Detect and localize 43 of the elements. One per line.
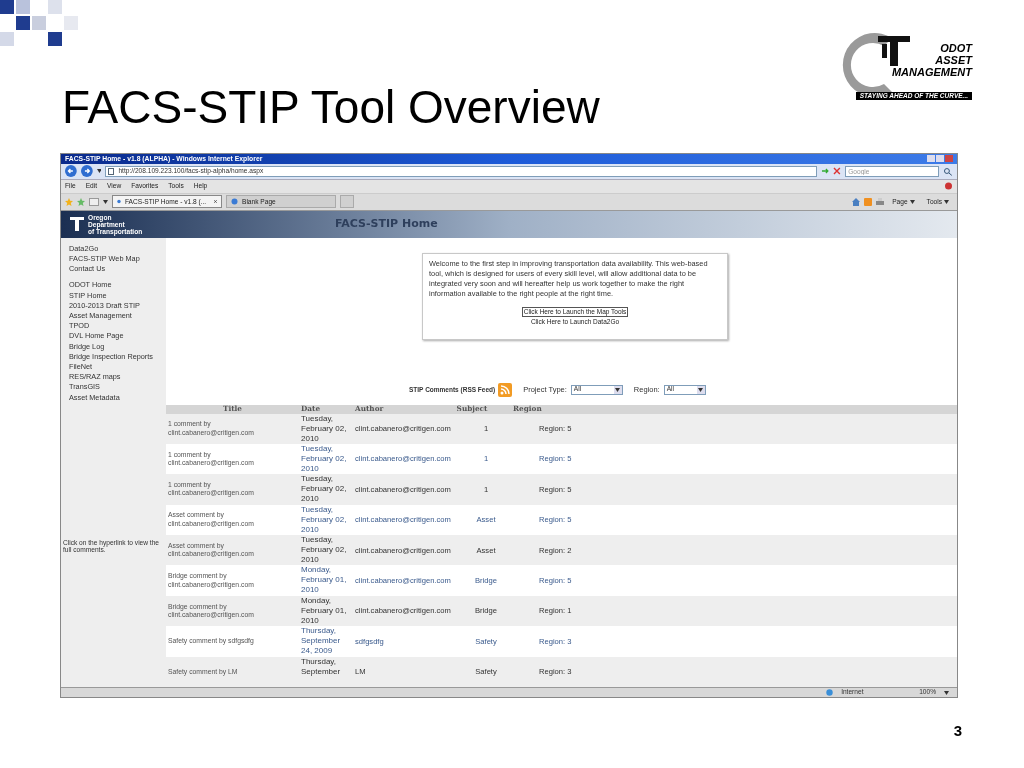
rss-feed-icon[interactable] (498, 382, 513, 397)
new-tab-button[interactable] (340, 195, 354, 209)
odot-logo-icon (69, 216, 85, 233)
toolbar-tool-icon[interactable] (944, 182, 953, 191)
page-heading: FACS-STIP Home (335, 216, 438, 233)
stop-icon[interactable] (833, 167, 842, 176)
caret-icon (615, 387, 621, 392)
odot-logo-icon (876, 34, 912, 68)
window-controls-icon (927, 155, 953, 163)
slide-title: FACS-STIP Tool Overview (62, 84, 600, 130)
caret-icon (944, 199, 949, 204)
caret-icon (698, 387, 704, 392)
ie-page-icon (231, 198, 238, 206)
table-cell-text: Tuesday, February 02, 2010 (300, 443, 348, 474)
table-cell-text: Tuesday, February 02, 2010 (300, 535, 348, 566)
slide-number: 3 (953, 720, 962, 741)
favorites-star-icon[interactable] (65, 197, 73, 206)
tab-list-icon[interactable] (89, 197, 99, 206)
table-cell-text: Tuesday, February 02, 2010 (300, 504, 348, 535)
globe-icon (826, 689, 834, 696)
logo-text: ODOT (940, 42, 972, 54)
printer-icon[interactable] (876, 197, 885, 206)
close-tab-icon[interactable] (214, 199, 217, 205)
ie-page-icon (117, 198, 121, 206)
caret-icon (944, 690, 949, 695)
table-cell-text: Thursday, September (300, 656, 342, 677)
back-button-icon[interactable] (65, 165, 77, 178)
logo-text: ASSET (935, 54, 972, 66)
refresh-icon[interactable] (820, 167, 830, 176)
caret-icon (103, 199, 108, 204)
table-cell-text: Thursday, September 24, 2009 (300, 626, 342, 657)
search-icon[interactable] (943, 166, 953, 176)
caret-icon (909, 199, 915, 204)
page-icon (108, 167, 115, 175)
forward-button-icon[interactable] (80, 165, 93, 178)
table-cell-text: Monday, February 01, 2010 (300, 565, 348, 596)
logo-text: MANAGEMENT (891, 66, 972, 78)
home-icon[interactable] (852, 197, 861, 206)
table-cell-text: Tuesday, February 02, 2010 (300, 474, 348, 505)
add-favorite-icon[interactable] (77, 197, 85, 206)
caret-icon (96, 169, 102, 174)
table-cell-text: Tuesday, February 02, 2010 (300, 413, 348, 444)
table-cell-text: Monday, February 01, 2010 (300, 595, 348, 626)
